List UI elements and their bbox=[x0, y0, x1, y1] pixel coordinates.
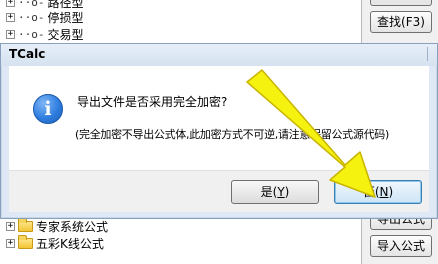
tree-item-stop-type[interactable]: + ··o- 停损型 bbox=[6, 9, 84, 26]
tree-item-colored-kline[interactable]: + 五彩K线公式 bbox=[6, 235, 104, 252]
dialog-title: TCalc bbox=[9, 47, 46, 61]
tree-item-label: 交易型 bbox=[47, 28, 84, 42]
dialog-detail: (完全加密不导出公式体,此加密方式不可逆,请注意保留公式源代码) bbox=[75, 128, 389, 141]
dialog-titlebar[interactable]: TCalc bbox=[1, 44, 437, 66]
dialog-message: 导出文件是否采用完全加密? bbox=[77, 95, 228, 109]
no-button[interactable]: 否(N) bbox=[334, 180, 422, 204]
tree-item-label: 五彩K线公式 bbox=[36, 237, 104, 251]
side-button-partial[interactable] bbox=[370, 0, 432, 6]
yes-button-close: ) bbox=[284, 185, 290, 199]
no-button-close: ) bbox=[388, 185, 394, 199]
tcalc-dialog: TCalc i 导出文件是否采用完全加密? (完全加密不导出公式体,此加密方式不… bbox=[0, 43, 438, 219]
folder-icon bbox=[18, 235, 33, 249]
find-button[interactable]: 查找(F3) bbox=[370, 11, 432, 33]
tree-item-label: 停损型 bbox=[47, 11, 84, 25]
folder-icon bbox=[18, 218, 33, 232]
expand-icon[interactable]: + bbox=[6, 13, 15, 22]
key-node-icon: ··o- bbox=[18, 0, 45, 9]
dialog-button-bar: 是(Y) 否(N) bbox=[9, 170, 429, 212]
yes-button-accelerator: Y bbox=[277, 185, 285, 199]
yes-button-label: 是( bbox=[260, 185, 278, 199]
tree-item-label: 专家系统公式 bbox=[36, 220, 109, 234]
key-node-icon: ··o- bbox=[18, 28, 45, 41]
yes-button[interactable]: 是(Y) bbox=[231, 180, 319, 204]
dialog-message-area: i 导出文件是否采用完全加密? (完全加密不导出公式体,此加密方式不可逆,请注意… bbox=[9, 66, 429, 170]
expand-icon[interactable]: + bbox=[6, 239, 15, 248]
key-node-icon: ··o- bbox=[18, 11, 45, 24]
info-icon: i bbox=[33, 94, 63, 124]
expand-icon[interactable]: + bbox=[6, 0, 15, 7]
import-formula-button[interactable]: 导入公式 bbox=[370, 235, 432, 257]
expand-icon[interactable]: + bbox=[6, 30, 15, 39]
no-button-label: 否( bbox=[362, 185, 380, 199]
tree-item-expert-system[interactable]: + 专家系统公式 bbox=[6, 218, 108, 235]
tree-item-trade-type[interactable]: + ··o- 交易型 bbox=[6, 26, 84, 43]
dialog-frame-edge bbox=[427, 47, 433, 61]
expand-icon[interactable]: + bbox=[6, 222, 15, 231]
